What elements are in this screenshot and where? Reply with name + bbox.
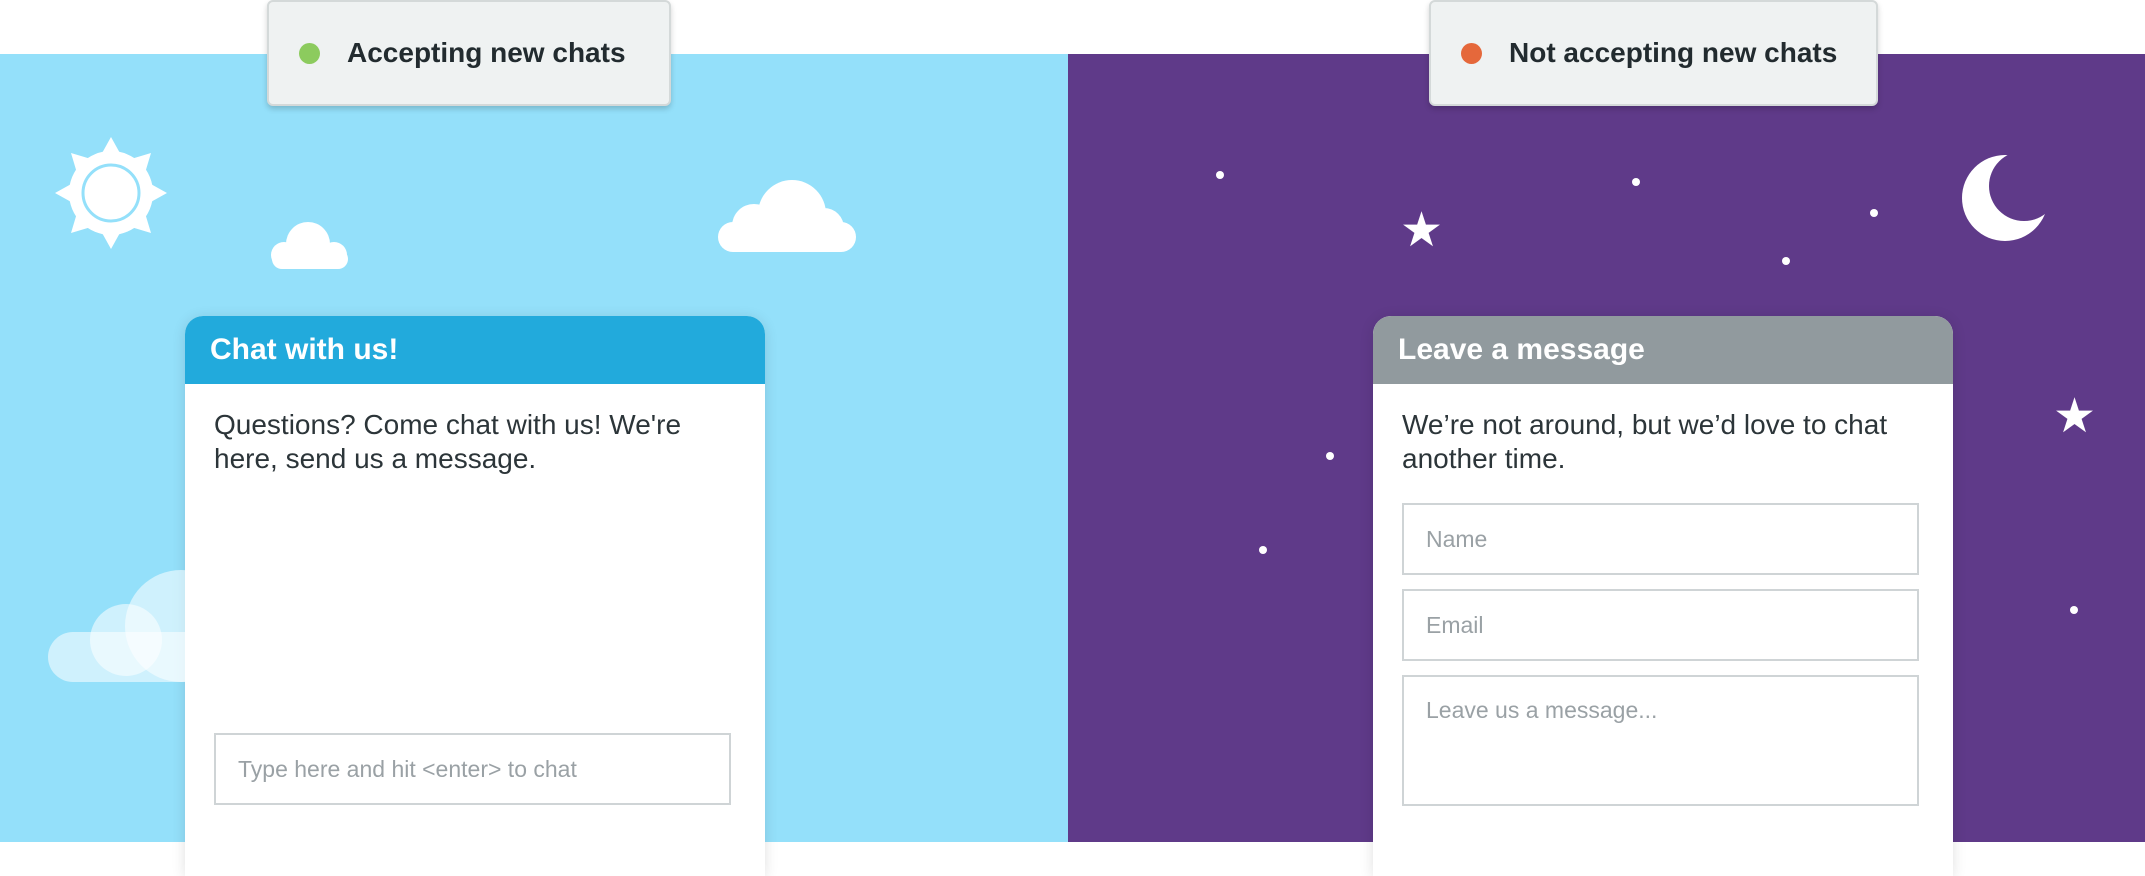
star-dot (1259, 546, 1267, 554)
name-field[interactable] (1402, 503, 1919, 575)
status-label: Accepting new chats (347, 37, 626, 68)
star-icon: ★ (2053, 390, 2097, 443)
status-label: Not accepting new chats (1509, 37, 1838, 68)
status-tag-accepting: Accepting new chats (267, 0, 671, 106)
star-dot (1216, 171, 1224, 179)
star-icon: ★ (1400, 204, 1444, 257)
star-dot (2070, 606, 2078, 614)
widget-intro-text: Questions? Come chat with us! We're here… (214, 409, 682, 474)
status-tag-not-accepting: Not accepting new chats (1429, 0, 1878, 106)
sun-icon (55, 137, 167, 249)
cloud-icon (48, 570, 272, 682)
widget-intro-text: We’re not around, but we’d love to chat … (1402, 409, 1888, 474)
star-dot (1870, 209, 1878, 217)
chat-input[interactable] (214, 733, 731, 805)
cloud-icon (718, 180, 856, 252)
message-widget: Leave a message We’re not around, but we… (1373, 316, 1953, 876)
star-dot (1632, 178, 1640, 186)
status-dot (1461, 42, 1482, 64)
widget-title: Leave a message (1373, 316, 1953, 384)
star-dot (1782, 257, 1790, 265)
message-field[interactable] (1402, 675, 1919, 806)
star-dot (1326, 452, 1334, 460)
cloud-icon (271, 222, 348, 269)
moon-icon (1962, 155, 2048, 241)
email-field[interactable] (1402, 589, 1919, 661)
status-dot (299, 42, 320, 64)
widget-title: Chat with us! (185, 316, 765, 384)
